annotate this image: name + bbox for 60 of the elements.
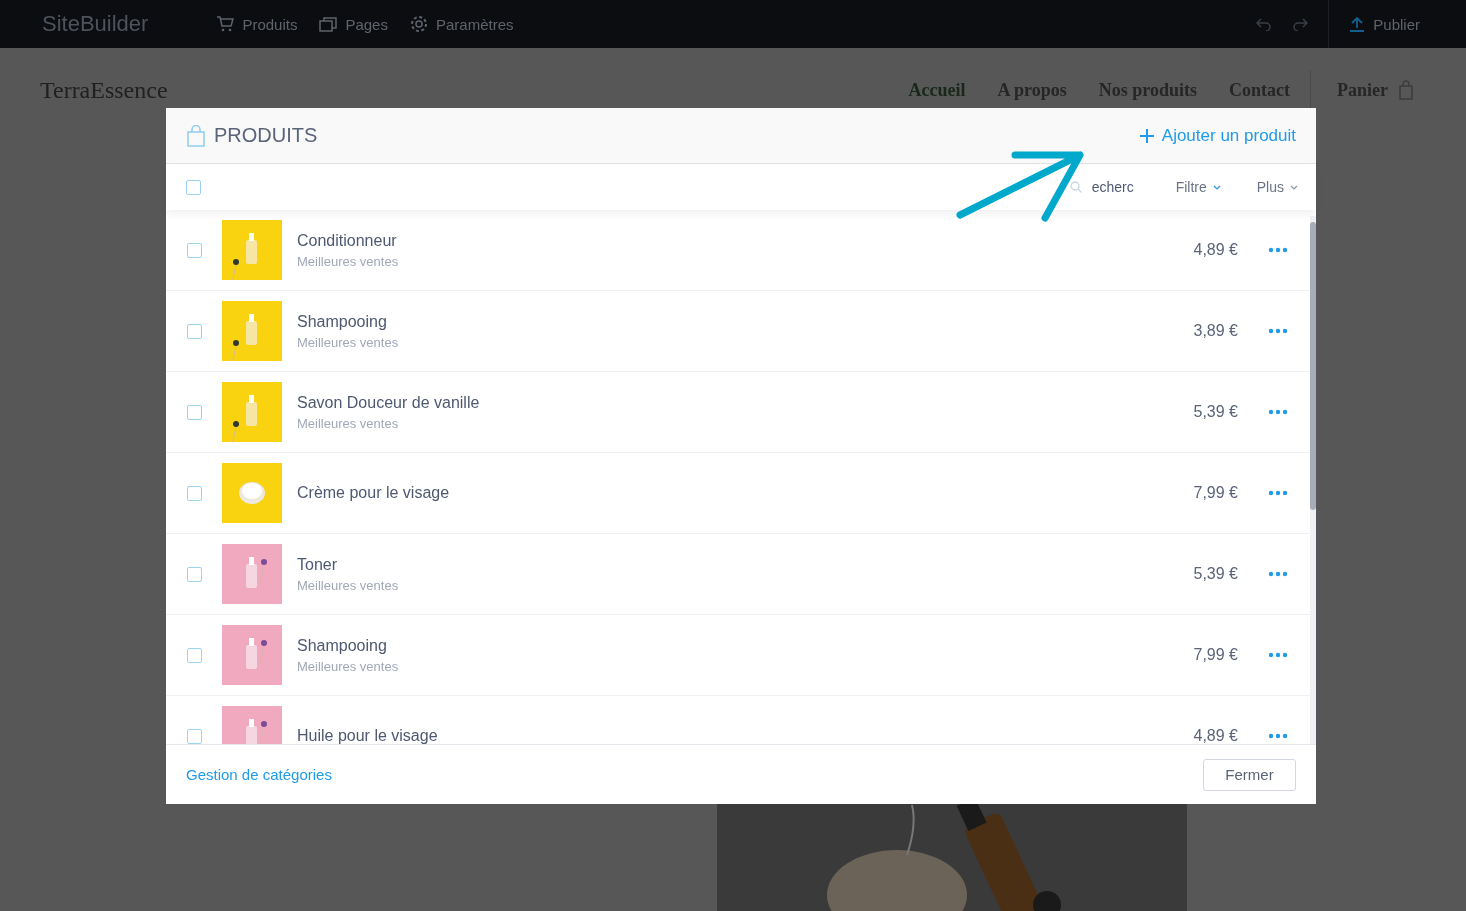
upload-icon [1349,16,1366,32]
more-icon[interactable] [1268,733,1288,739]
product-name[interactable]: Savon Douceur de vanille [297,393,480,412]
close-button[interactable]: Fermer [1203,758,1296,791]
undo-icon[interactable] [1256,17,1273,31]
redo-icon[interactable] [1292,17,1309,31]
cart-icon [216,15,236,33]
product-category: Meilleures ventes [297,334,399,350]
row-checkbox[interactable] [187,323,202,339]
product-name[interactable]: Crème pour le visage [297,484,450,502]
more-icon[interactable] [1268,652,1288,658]
product-price: 3,89 € [1193,322,1238,340]
product-price: 4,89 € [1193,727,1238,744]
product-name[interactable]: Conditionneur [297,231,399,250]
site-brand[interactable]: TerraEssence [40,76,168,104]
product-price: 7,99 € [1193,484,1238,502]
menu-item[interactable]: Paramètres [409,15,514,33]
more-icon[interactable] [1268,247,1288,253]
row-checkbox[interactable] [187,242,202,258]
categories-link[interactable]: Gestion de catégories [186,766,332,783]
menu-item[interactable]: Pages [319,15,388,33]
more-icon[interactable] [1268,409,1288,415]
product-name[interactable]: Shampooing [297,312,399,331]
row-checkbox[interactable] [187,566,202,582]
app-logo[interactable]: SiteBuilder [42,11,149,37]
search-icon [1069,181,1082,193]
pages-icon [319,15,339,33]
product-category: Meilleures ventes [297,577,399,593]
bag-icon [186,124,206,147]
product-price: 7,99 € [1193,646,1238,664]
more-dropdown[interactable]: Plus [1256,179,1298,195]
more-icon[interactable] [1268,490,1288,496]
product-price: 5,39 € [1193,565,1238,583]
product-category: Meilleures ventes [297,253,399,269]
nav-link[interactable]: Accueil [908,79,966,101]
plus-icon [1139,128,1154,143]
more-icon[interactable] [1268,571,1288,577]
gear-icon [409,15,429,33]
product-price: 4,89 € [1193,241,1238,259]
product-name[interactable]: Shampooing [297,636,399,655]
chevron-down-icon [1290,184,1298,190]
bag-icon [1398,80,1414,100]
chevron-down-icon [1212,184,1221,190]
publish-button[interactable]: Publier [1328,0,1466,48]
row-checkbox[interactable] [187,404,202,420]
row-checkbox[interactable] [187,647,202,663]
product-category: Meilleures ventes [297,658,399,674]
product-name[interactable]: Toner [297,555,399,574]
filter-dropdown[interactable]: Filtre [1175,179,1221,195]
menu-item[interactable]: Produits [216,15,298,33]
add-product-button[interactable]: Ajouter un produit [1139,125,1296,146]
select-all-checkbox[interactable] [186,179,201,195]
product-category: Meilleures ventes [297,415,400,431]
product-name[interactable]: Huile pour le visage [297,727,438,744]
scrollbar[interactable] [1310,216,1316,744]
more-icon[interactable] [1268,328,1288,334]
dialog-title: PRODUITS [214,124,318,147]
row-checkbox[interactable] [187,728,202,744]
product-price: 5,39 € [1193,403,1238,421]
row-checkbox[interactable] [187,485,202,501]
